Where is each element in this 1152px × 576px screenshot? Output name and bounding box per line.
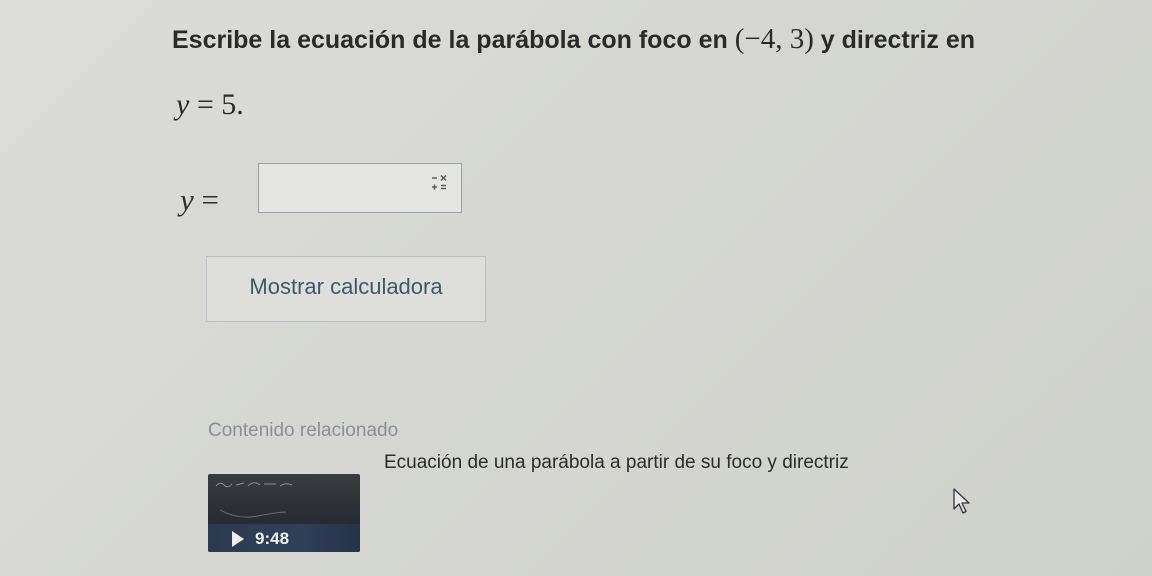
answer-row: y = — [180, 163, 462, 220]
answer-label: y = — [180, 182, 219, 218]
question-prompt: Escribe la ecuación de la parábola con f… — [172, 22, 1072, 57]
video-duration: 9:48 — [255, 529, 290, 548]
question-text-before: Escribe la ecuación de la parábola con f… — [172, 26, 735, 54]
related-content-heading: Contenido relacionado — [208, 420, 399, 441]
answer-label-equals: = — [193, 182, 219, 217]
mouse-pointer-icon — [953, 488, 970, 514]
question-text-after: y directriz en — [813, 26, 976, 54]
directrix-equation: y = 5. — [176, 85, 244, 125]
thumbnail-scribble — [215, 482, 293, 488]
math-keypad-icon[interactable] — [427, 172, 451, 194]
show-calculator-button[interactable]: Mostrar calculadora — [206, 256, 486, 322]
thumbnail-graph — [219, 509, 287, 518]
directrix-variable: y — [176, 88, 190, 121]
answer-label-variable: y — [180, 182, 194, 217]
focus-point: (−4, 3) — [734, 23, 814, 55]
directrix-value: = 5. — [189, 88, 244, 121]
related-video-title[interactable]: Ecuación de una parábola a partir de su … — [384, 452, 849, 474]
play-icon[interactable] — [232, 531, 244, 547]
